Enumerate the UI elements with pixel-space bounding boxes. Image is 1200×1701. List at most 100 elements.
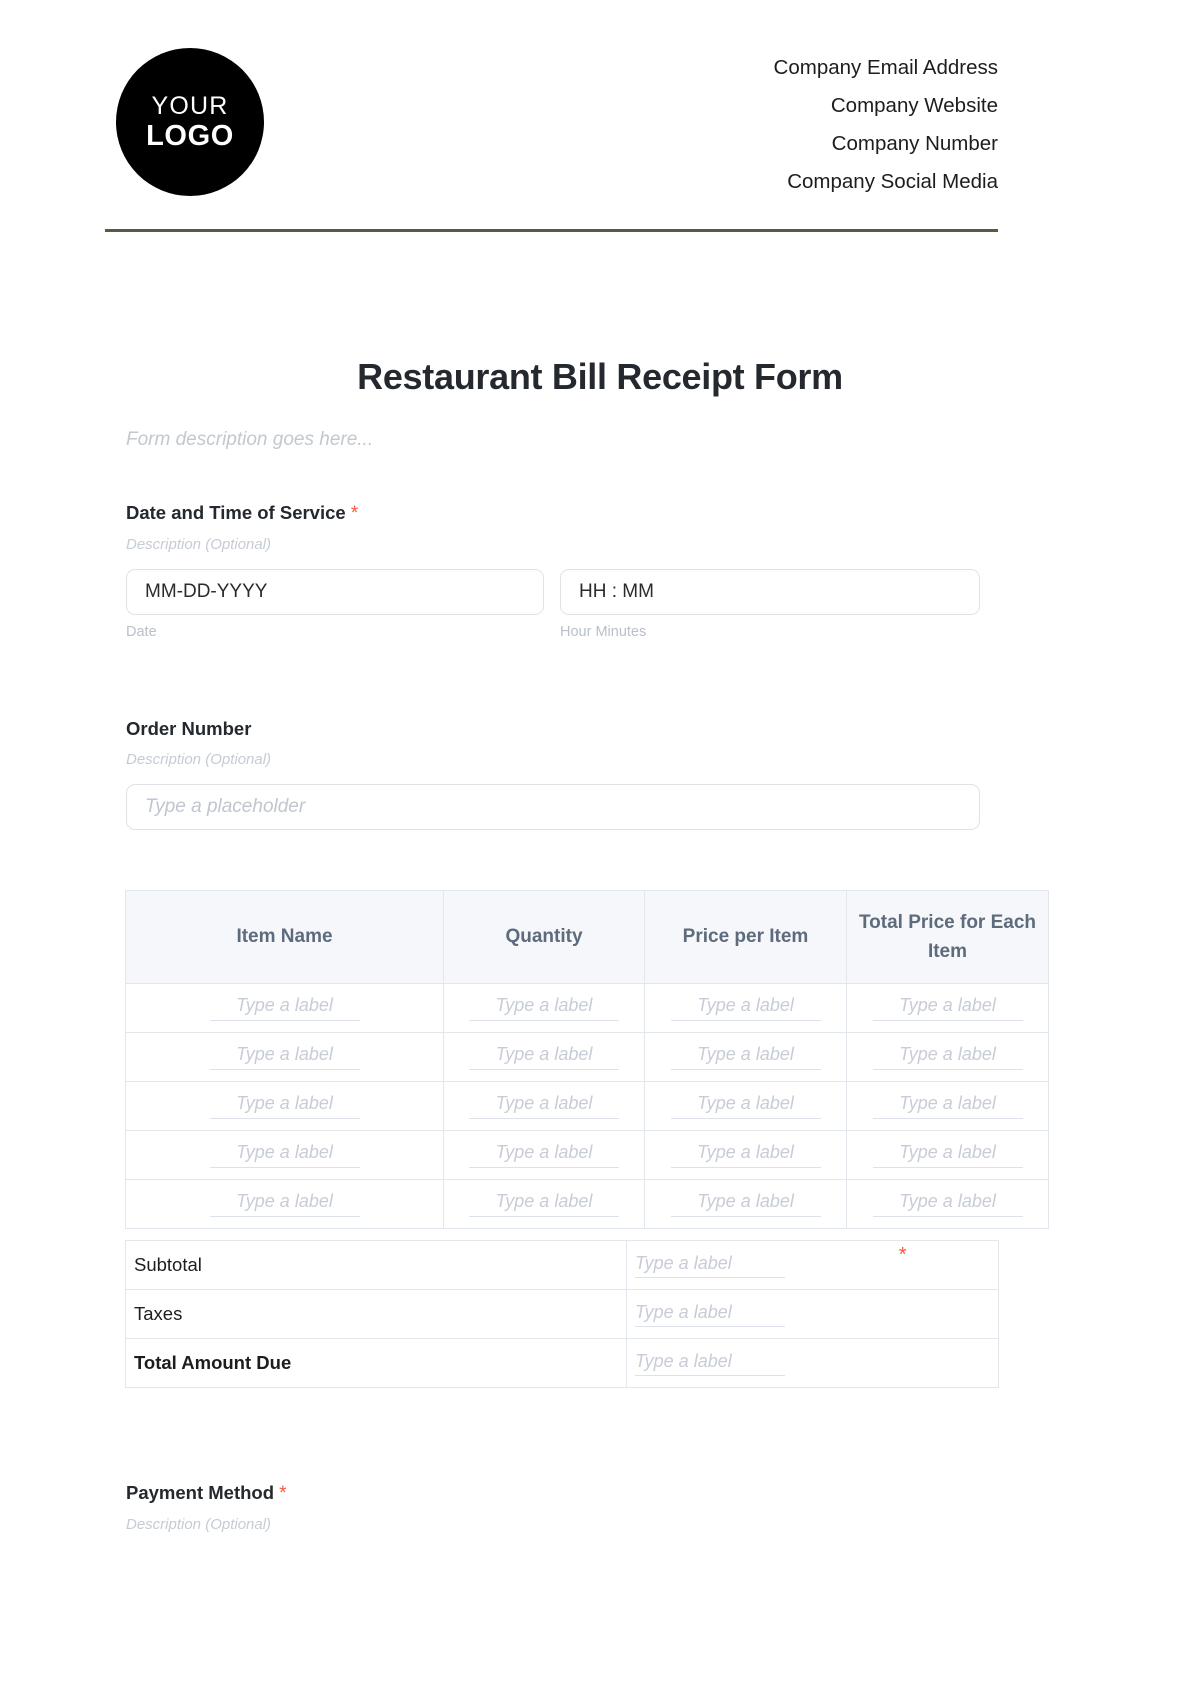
cell-quantity[interactable]: Type a label [443, 1032, 645, 1082]
required-asterisk: * [898, 1243, 907, 1266]
section-date-time-of-service: Date and Time of Service * Description (… [126, 502, 980, 640]
cell-input-placeholder: Type a label [872, 1044, 1023, 1070]
time-input[interactable]: HH : MM [560, 569, 980, 615]
cell-input-placeholder: Type a label [872, 995, 1023, 1021]
cell-price-per-item[interactable]: Type a label [644, 1130, 847, 1180]
cell-price-per-item[interactable]: Type a label [644, 1179, 847, 1229]
order-number-description: Description (Optional) [126, 751, 272, 768]
time-input-value: HH : MM [579, 581, 654, 602]
subtotal-value-input[interactable]: Type a label [626, 1240, 999, 1290]
items-table-header-row: Item Name Quantity Price per Item Total … [125, 890, 1049, 984]
payment-method-label: Payment Method * [126, 1482, 980, 1505]
date-input-value: MM-DD-YYYY [145, 581, 268, 602]
cell-input-placeholder: Type a label [872, 1142, 1023, 1168]
cell-item-name[interactable]: Type a label [125, 983, 444, 1033]
time-column: HH : MM Hour Minutes [560, 569, 980, 640]
subtotal-label: Subtotal [125, 1240, 627, 1290]
cell-item-name[interactable]: Type a label [125, 1179, 444, 1229]
logo-top-text: YOUR [151, 91, 229, 120]
cell-input-placeholder: Type a label [670, 1044, 821, 1070]
cell-item-name[interactable]: Type a label [125, 1032, 444, 1082]
cell-total-price[interactable]: Type a label [846, 1032, 1049, 1082]
cell-input-placeholder: Type a label [469, 995, 619, 1021]
cell-input-placeholder: Type a label [209, 995, 360, 1021]
cell-price-per-item[interactable]: Type a label [644, 983, 847, 1033]
totals-row-taxes: Taxes Type a label [125, 1289, 999, 1339]
cell-total-price[interactable]: Type a label [846, 1179, 1049, 1229]
cell-quantity[interactable]: Type a label [443, 1130, 645, 1180]
table-row: Type a label Type a label Type a label T… [125, 983, 1049, 1033]
column-header-price-per-item: Price per Item [644, 890, 847, 984]
totals-table-body: Subtotal Type a label Taxes Type a label… [125, 1240, 999, 1388]
taxes-label: Taxes [125, 1289, 627, 1339]
cell-total-price[interactable]: Type a label [846, 1130, 1049, 1180]
cell-total-price[interactable]: Type a label [846, 1081, 1049, 1131]
date-time-inputs-row: MM-DD-YYYY Date HH : MM Hour Minutes [126, 569, 980, 640]
section-order-number: Order Number Description (Optional) Type… [126, 718, 980, 830]
date-caption: Date [126, 624, 157, 640]
form-description: Form description goes here... [126, 429, 374, 450]
contact-number: Company Number [831, 132, 998, 155]
date-time-description: Description (Optional) [126, 536, 272, 553]
order-number-label: Order Number [126, 718, 252, 739]
cell-input-placeholder: Type a label [872, 1191, 1023, 1217]
items-table: Item Name Quantity Price per Item Total … [125, 890, 1049, 1229]
cell-quantity[interactable]: Type a label [443, 1081, 645, 1131]
time-caption: Hour Minutes [560, 624, 647, 640]
cell-input-placeholder: Type a label [469, 1142, 619, 1168]
totals-row-total-amount-due: Total Amount Due * Type a label [125, 1245, 999, 1388]
total-amount-due-label: Total Amount Due [125, 1338, 627, 1388]
totals-row-subtotal: Subtotal Type a label [125, 1240, 999, 1290]
cell-input-placeholder: Type a label [635, 1351, 785, 1377]
cell-item-name[interactable]: Type a label [125, 1081, 444, 1131]
cell-input-placeholder: Type a label [670, 1093, 821, 1119]
cell-total-price[interactable]: Type a label [846, 983, 1049, 1033]
date-input[interactable]: MM-DD-YYYY [126, 569, 544, 615]
cell-input-placeholder: Type a label [209, 1142, 360, 1168]
cell-item-name[interactable]: Type a label [125, 1130, 444, 1180]
order-number-placeholder: Type a placeholder [145, 796, 306, 817]
totals-table: Subtotal Type a label Taxes Type a label… [125, 1240, 999, 1388]
cell-input-placeholder: Type a label [670, 995, 821, 1021]
payment-method-label-text: Payment Method [126, 1482, 275, 1503]
taxes-value-input[interactable]: Type a label [626, 1289, 999, 1339]
cell-price-per-item[interactable]: Type a label [644, 1081, 847, 1131]
column-header-total-price-each-item: Total Price for Each Item [846, 890, 1049, 984]
column-header-item-name: Item Name [125, 890, 444, 984]
cell-price-per-item[interactable]: Type a label [644, 1032, 847, 1082]
items-table-body: Type a label Type a label Type a label T… [125, 983, 1049, 1229]
page-header: YOUR LOGO Company Email Address Company … [105, 40, 998, 205]
required-asterisk: * [350, 503, 359, 524]
cell-input-placeholder: Type a label [635, 1302, 785, 1328]
table-row: Type a label Type a label Type a label T… [125, 1179, 1049, 1229]
contact-email-address: Company Email Address [773, 56, 998, 79]
cell-input-placeholder: Type a label [469, 1093, 619, 1119]
page-title: Restaurant Bill Receipt Form [357, 356, 843, 397]
table-row: Type a label Type a label Type a label T… [125, 1130, 1049, 1180]
cell-input-placeholder: Type a label [670, 1191, 821, 1217]
cell-quantity[interactable]: Type a label [443, 1179, 645, 1229]
cell-input-placeholder: Type a label [469, 1191, 619, 1217]
contact-social-media: Company Social Media [787, 170, 998, 193]
total-amount-due-value-input[interactable]: * Type a label [626, 1245, 999, 1388]
date-time-label-text: Date and Time of Service [126, 502, 346, 523]
cell-input-placeholder: Type a label [209, 1093, 360, 1119]
cell-input-placeholder: Type a label [670, 1142, 821, 1168]
cell-quantity[interactable]: Type a label [443, 983, 645, 1033]
date-column: MM-DD-YYYY Date [126, 569, 544, 640]
items-table-head: Item Name Quantity Price per Item Total … [125, 890, 1049, 984]
order-number-input[interactable]: Type a placeholder [126, 784, 980, 830]
cell-input-placeholder: Type a label [209, 1044, 360, 1070]
cell-input-placeholder: Type a label [209, 1191, 360, 1217]
cell-input-placeholder: Type a label [469, 1044, 619, 1070]
contact-website: Company Website [830, 94, 998, 117]
required-asterisk: * [279, 1483, 287, 1504]
company-contact-block: Company Email Address Company Website Co… [774, 40, 998, 201]
company-logo: YOUR LOGO [116, 48, 264, 196]
date-time-label: Date and Time of Service * [126, 502, 980, 525]
cell-input-placeholder: Type a label [635, 1253, 785, 1279]
section-payment-method: Payment Method * Description (Optional) [126, 1482, 980, 1533]
header-divider [105, 229, 998, 232]
column-header-quantity: Quantity [443, 890, 645, 984]
payment-method-description: Description (Optional) [126, 1516, 272, 1533]
